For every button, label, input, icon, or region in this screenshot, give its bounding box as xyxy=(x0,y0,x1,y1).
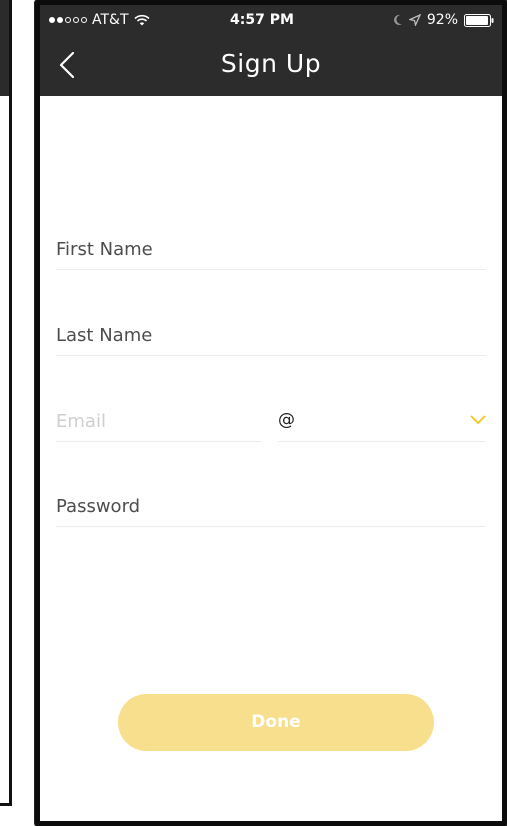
app-header: AT&T 4:57 PM 92% Sign Up xyxy=(40,5,502,96)
last-name-input[interactable] xyxy=(56,317,486,353)
battery-percent: 92% xyxy=(426,12,458,28)
first-name-field-container xyxy=(56,231,486,270)
previous-screen-edge xyxy=(0,0,12,806)
previous-screen-border xyxy=(0,803,12,806)
status-right: 92% xyxy=(393,12,494,28)
navigation-bar: Sign Up xyxy=(40,35,502,96)
email-domain-select[interactable]: @ xyxy=(278,403,486,442)
page-title: Sign Up xyxy=(220,49,322,78)
screenshot-scene: AT&T 4:57 PM 92% Sign Up First Name Last… xyxy=(0,0,507,826)
battery-icon xyxy=(464,13,494,27)
email-field-container xyxy=(56,403,262,442)
first-name-input[interactable] xyxy=(56,231,486,267)
done-button[interactable]: Done xyxy=(118,694,434,751)
email-input[interactable] xyxy=(56,403,262,439)
chevron-down-icon xyxy=(470,415,486,424)
phone-screen: AT&T 4:57 PM 92% Sign Up First Name Last… xyxy=(35,0,507,826)
moon-icon xyxy=(393,14,402,25)
status-bar: AT&T 4:57 PM 92% xyxy=(40,5,502,35)
at-sign-label: @ xyxy=(278,410,295,430)
previous-screen-header xyxy=(0,0,9,96)
email-row: @ xyxy=(56,403,486,442)
location-arrow-icon xyxy=(408,14,421,26)
password-field-container xyxy=(56,488,486,527)
last-name-field-container xyxy=(56,317,486,356)
password-input[interactable] xyxy=(56,488,486,524)
